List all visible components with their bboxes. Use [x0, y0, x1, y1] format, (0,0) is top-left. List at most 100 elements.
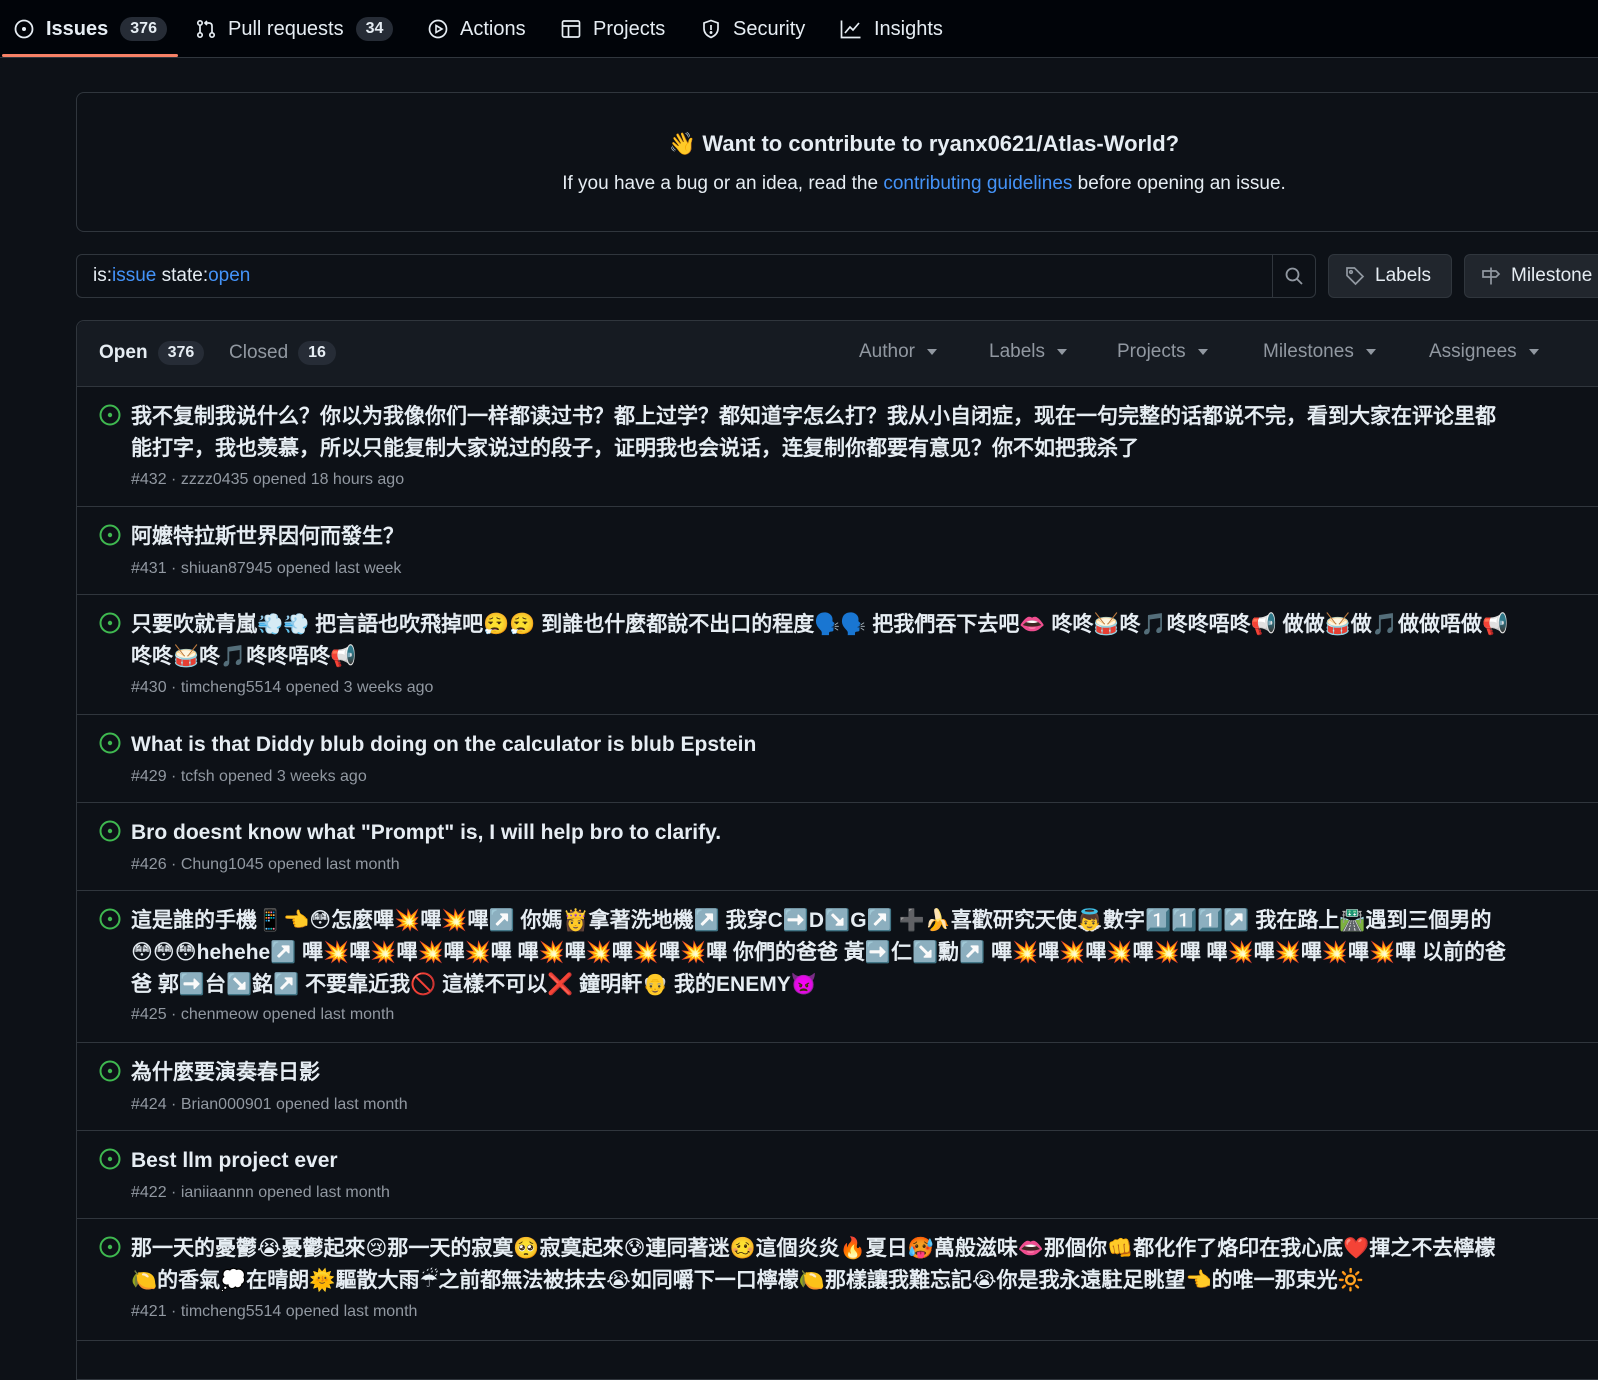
filter-label: Milestones	[1263, 341, 1354, 362]
git-pull-request-icon	[196, 19, 216, 39]
closed-label: Closed	[229, 342, 289, 363]
labels-button-label: Labels	[1375, 265, 1431, 286]
tag-icon	[1346, 267, 1365, 286]
labels-filter[interactable]: Labels	[989, 341, 1067, 363]
issue-opened-icon	[14, 19, 34, 39]
issue-title-link[interactable]: 這是誰的手機📱👈😳怎麼嗶💥嗶💥嗶↗️ 你媽👸拿著洗地機↗️ 我穿C➡️D↘️G↗…	[131, 905, 1511, 1001]
issue-title-link[interactable]: 為什麼要演奏春日影	[131, 1057, 1511, 1089]
issues-list-header: Open 376 Closed 16 Author Labels Project…	[77, 321, 1598, 387]
tab-label: Pull requests	[228, 17, 344, 40]
tab-projects[interactable]: Projects	[561, 0, 665, 58]
contribute-banner: 👋 Want to contribute to ryanx0621/Atlas-…	[76, 92, 1598, 232]
issue-opened-icon	[99, 820, 121, 842]
tab-label: Insights	[874, 17, 943, 40]
filter-label: Author	[859, 341, 915, 362]
issue-row: 只要吹就青嵐💨💨 把言語也吹飛掉吧😮‍💨😮‍💨 到誰也什麼都說不出口的程度🗣️🗣…	[77, 595, 1598, 715]
issue-opened-icon	[99, 1148, 121, 1170]
issue-row: 為什麼要演奏春日影 #424 · Brian000901 opened last…	[77, 1043, 1598, 1131]
issue-opened-icon	[99, 732, 121, 754]
tab-label: Security	[733, 17, 806, 40]
issue-opened-icon	[99, 1060, 121, 1082]
author-filter[interactable]: Author	[859, 341, 937, 363]
tab-label: Actions	[460, 17, 526, 40]
tab-security[interactable]: Security	[701, 0, 805, 58]
issue-title-link[interactable]: 我不复制我说什么？你以为我像你们一样都读过书？都上过学？都知道字怎么打？我从小自…	[131, 401, 1511, 465]
issue-opened-icon	[99, 404, 121, 426]
issue-search-input[interactable]: is:issue state:open	[76, 254, 1316, 298]
tab-label: Projects	[593, 17, 666, 40]
search-query[interactable]: is:issue state:open	[77, 265, 1272, 287]
tab-label: Issues	[46, 17, 109, 40]
issue-row: 我不复制我说什么？你以为我像你们一样都读过书？都上过学？都知道字怎么打？我从小自…	[77, 387, 1598, 507]
caret-down-icon	[1365, 349, 1376, 355]
issue-row: Bro doesnt know what "Prompt" is, I will…	[77, 803, 1598, 891]
issue-title-link[interactable]: What is that Diddy blub doing on the cal…	[131, 729, 1511, 761]
issue-row: 那一天的憂鬱😭憂鬱起來😢那一天的寂寞🥺寂寞起來😰連同著迷🥴這個炎炎🔥夏日🥵萬般滋…	[77, 1219, 1598, 1341]
repo-tab-nav: Issues 376 Pull requests 34 Actions Proj…	[0, 0, 1598, 58]
issue-title-link[interactable]: Bro doesnt know what "Prompt" is, I will…	[131, 817, 1511, 849]
issue-row: 這是誰的手機📱👈😳怎麼嗶💥嗶💥嗶↗️ 你媽👸拿著洗地機↗️ 我穿C➡️D↘️G↗…	[77, 891, 1598, 1043]
contributing-guidelines-link[interactable]: contributing guidelines	[883, 173, 1072, 194]
banner-text-before: If you have a bug or an idea, read the	[562, 173, 884, 194]
tab-counter: 376	[120, 17, 167, 41]
query-value: issue	[112, 265, 157, 286]
active-tab-indicator	[2, 54, 178, 57]
banner-text: If you have a bug or an idea, read the c…	[77, 173, 1598, 195]
open-count: 376	[157, 341, 205, 365]
query-prefix: state:	[156, 265, 209, 286]
issue-title-link[interactable]: 那一天的憂鬱😭憂鬱起來😢那一天的寂寞🥺寂寞起來😰連同著迷🥴這個炎炎🔥夏日🥵萬般滋…	[131, 1233, 1511, 1297]
issue-row: What is that Diddy blub doing on the cal…	[77, 715, 1598, 803]
issue-opened-icon	[99, 908, 121, 930]
issue-title-link[interactable]: 只要吹就青嵐💨💨 把言語也吹飛掉吧😮‍💨😮‍💨 到誰也什麼都說不出口的程度🗣️🗣…	[131, 609, 1511, 673]
issue-meta: #429 · tcfsh opened 3 weeks ago	[131, 768, 367, 785]
milestones-button-label: Milestone	[1511, 265, 1593, 286]
filter-label: Assignees	[1429, 341, 1517, 362]
issue-meta: #430 · timcheng5514 opened 3 weeks ago	[131, 679, 434, 696]
issue-opened-icon	[99, 1236, 121, 1258]
assignees-filter[interactable]: Assignees	[1429, 341, 1539, 363]
issue-meta: #424 · Brian000901 opened last month	[131, 1096, 408, 1113]
open-label: Open	[99, 342, 148, 363]
issue-opened-icon	[99, 524, 121, 546]
caret-down-icon	[1197, 349, 1208, 355]
milestones-button[interactable]: Milestone	[1464, 254, 1598, 298]
caret-down-icon	[1528, 349, 1539, 355]
tab-pull-requests[interactable]: Pull requests 34	[196, 0, 394, 58]
banner-text-after: before opening an issue.	[1072, 173, 1286, 194]
issue-row: Best llm project ever #422 · ianiiaannn …	[77, 1131, 1598, 1219]
tab-counter: 34	[355, 17, 394, 41]
issue-row: 阿嬤特拉斯世界因何而發生？ #431 · shiuan87945 opened …	[77, 507, 1598, 595]
issue-meta: #422 · ianiiaannn opened last month	[131, 1184, 390, 1201]
search-icon	[1285, 267, 1303, 285]
table-icon	[561, 20, 581, 38]
caret-down-icon	[1057, 349, 1067, 355]
issue-meta: #432 · zzzz0435 opened 18 hours ago	[131, 471, 405, 488]
caret-down-icon	[926, 349, 937, 355]
issue-meta: #431 · shiuan87945 opened last week	[131, 560, 402, 577]
query-prefix: is:	[93, 265, 112, 286]
banner-title: 👋 Want to contribute to ryanx0621/Atlas-…	[668, 131, 1180, 156]
tab-issues[interactable]: Issues 376	[14, 0, 167, 58]
graph-icon	[840, 20, 861, 39]
labels-button[interactable]: Labels	[1328, 254, 1452, 298]
issue-opened-icon	[99, 612, 121, 634]
issue-title-link[interactable]: 阿嬤特拉斯世界因何而發生？	[131, 521, 1511, 553]
milestones-filter[interactable]: Milestones	[1263, 341, 1376, 363]
filter-label: Labels	[989, 341, 1045, 362]
closed-issues-toggle[interactable]: Closed 16	[229, 341, 336, 365]
issues-list: Open 376 Closed 16 Author Labels Project…	[76, 320, 1598, 1380]
open-issues-toggle[interactable]: Open 376	[99, 341, 205, 365]
search-button[interactable]	[1272, 255, 1315, 297]
shield-icon	[703, 19, 719, 39]
milestone-icon	[1482, 267, 1501, 285]
tab-actions[interactable]: Actions	[428, 0, 526, 58]
issue-meta: #426 · Chung1045 opened last month	[131, 856, 400, 873]
closed-count: 16	[298, 341, 336, 365]
issue-title-link[interactable]: Best llm project ever	[131, 1145, 1511, 1177]
issue-meta: #425 · chenmeow opened last month	[131, 1006, 395, 1023]
tab-insights[interactable]: Insights	[840, 0, 943, 58]
query-value: open	[208, 265, 251, 286]
play-icon	[428, 19, 448, 39]
projects-filter[interactable]: Projects	[1117, 341, 1208, 363]
issue-meta: #421 · timcheng5514 opened last month	[131, 1303, 418, 1320]
